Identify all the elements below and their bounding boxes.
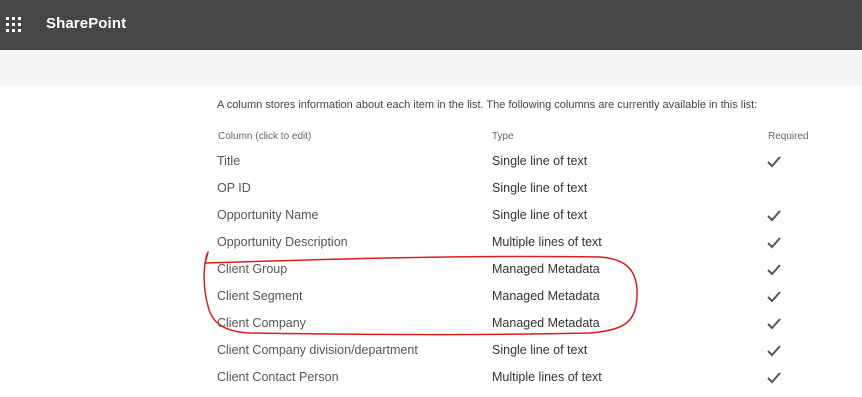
table-row: Opportunity Name Single line of text: [217, 208, 817, 226]
column-type: Managed Metadata: [492, 289, 600, 303]
column-type: Multiple lines of text: [492, 235, 602, 249]
column-type: Single line of text: [492, 181, 588, 195]
command-bar: [0, 50, 862, 85]
suite-bar: SharePoint: [0, 0, 862, 50]
column-name-link[interactable]: Client Segment: [217, 289, 302, 303]
table-row: Client Company division/department Single…: [217, 343, 817, 361]
app-launcher-button[interactable]: [0, 0, 30, 50]
column-name-link[interactable]: Client Group: [217, 262, 287, 276]
column-name-link[interactable]: Client Contact Person: [217, 370, 339, 384]
column-name-link[interactable]: Opportunity Name: [217, 208, 318, 222]
checkmark-icon: [767, 210, 781, 222]
checkmark-icon: [767, 156, 781, 168]
column-header-type: Type: [492, 131, 514, 142]
column-name-link[interactable]: Client Company: [217, 316, 306, 330]
column-name-link[interactable]: OP ID: [217, 181, 251, 195]
columns-intro-text: A column stores information about each i…: [217, 99, 758, 111]
table-row: Client Group Managed Metadata: [217, 262, 817, 280]
column-name-link[interactable]: Title: [217, 154, 240, 168]
checkmark-icon: [767, 318, 781, 330]
column-type: Multiple lines of text: [492, 370, 602, 384]
sharepoint-brand-link[interactable]: SharePoint: [46, 15, 126, 32]
table-row: Opportunity Description Multiple lines of…: [217, 235, 817, 253]
column-name-link[interactable]: Opportunity Description: [217, 235, 348, 249]
table-row: Client Company Managed Metadata: [217, 316, 817, 334]
column-type: Single line of text: [492, 343, 588, 357]
table-row: Title Single line of text: [217, 154, 817, 172]
column-type: Single line of text: [492, 154, 588, 168]
checkmark-icon: [767, 237, 781, 249]
checkmark-icon: [767, 345, 781, 357]
table-row: Client Segment Managed Metadata: [217, 289, 817, 307]
column-type: Single line of text: [492, 208, 588, 222]
column-header-required: Required: [768, 131, 809, 142]
table-row: OP ID Single line of text: [217, 181, 817, 199]
checkmark-icon: [767, 264, 781, 276]
column-name-link[interactable]: Client Company division/department: [217, 343, 418, 357]
column-type: Managed Metadata: [492, 262, 600, 276]
app-launcher-waffle-icon: [6, 17, 21, 32]
checkmark-icon: [767, 372, 781, 384]
column-header-name: Column (click to edit): [218, 131, 312, 142]
checkmark-icon: [767, 291, 781, 303]
table-row: Client Contact Person Multiple lines of t…: [217, 370, 817, 388]
column-type: Managed Metadata: [492, 316, 600, 330]
